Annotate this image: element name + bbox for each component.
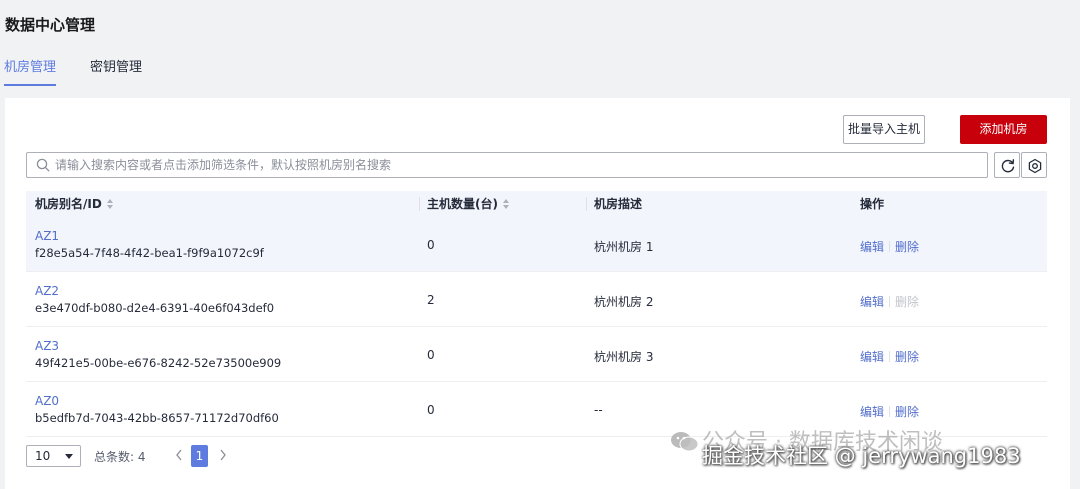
room-description: 杭州机房 3	[594, 350, 654, 364]
room-name-link[interactable]: AZ2	[35, 284, 274, 299]
action-divider	[889, 241, 891, 252]
room-name-cell: AZ1 f28e5a54-7f48-4f42-bea1-f9f9a1072c9f	[35, 229, 264, 261]
room-name-cell: AZ3 49f421e5-00be-e676-8242-52e73500e909	[35, 339, 281, 371]
row-actions: 编辑 删除	[860, 348, 919, 365]
host-count: 2	[427, 293, 435, 307]
action-divider	[889, 351, 891, 362]
refresh-button[interactable]	[994, 152, 1020, 178]
room-description: 杭州机房 2	[594, 295, 654, 309]
room-id: e3e470df-b080-d2e4-6391-40e6f043def0	[35, 301, 275, 315]
row-actions: 编辑 删除	[860, 293, 919, 310]
edit-link[interactable]: 编辑	[860, 350, 884, 364]
search-box[interactable]	[26, 152, 988, 178]
action-divider	[889, 296, 891, 307]
delete-link[interactable]: 删除	[895, 350, 919, 364]
tab-key-management[interactable]: 密钥管理	[90, 58, 142, 86]
gear-icon	[1028, 158, 1042, 174]
column-header-ops: 操作	[860, 197, 885, 211]
page-size-select[interactable]: 10	[26, 445, 81, 467]
column-header-name[interactable]: 机房别名/ID	[35, 191, 114, 217]
room-name-link[interactable]: AZ3	[35, 339, 281, 354]
column-divider	[419, 197, 420, 211]
room-name-link[interactable]: AZ1	[35, 229, 264, 244]
chevron-down-icon	[65, 454, 73, 459]
row-actions: 编辑 删除	[860, 403, 919, 420]
search-input[interactable]	[55, 153, 975, 177]
pagination: 10 总条数: 4 1	[26, 445, 526, 467]
search-icon	[36, 158, 50, 172]
host-count: 0	[427, 348, 435, 362]
action-divider	[889, 406, 891, 417]
total-count: 总条数: 4	[94, 450, 146, 464]
room-table: 机房别名/ID 主机数量(台) 机房描述 操作 AZ1 f28e5a54-7f4…	[26, 191, 1047, 437]
table-row: AZ1 f28e5a54-7f48-4f42-bea1-f9f9a1072c9f…	[26, 217, 1047, 272]
table-settings-button[interactable]	[1021, 152, 1047, 178]
table-row: AZ2 e3e470df-b080-d2e4-6391-40e6f043def0…	[26, 272, 1047, 327]
page-button-current[interactable]: 1	[191, 445, 208, 467]
room-name-cell: AZ2 e3e470df-b080-d2e4-6391-40e6f043def0	[35, 284, 274, 316]
delete-link[interactable]: 删除	[895, 240, 919, 254]
edit-link[interactable]: 编辑	[860, 240, 884, 254]
add-room-button[interactable]: 添加机房	[960, 115, 1047, 144]
refresh-icon	[1001, 159, 1015, 173]
delete-link[interactable]: 删除	[895, 405, 919, 419]
page-size-value: 10	[35, 449, 51, 463]
room-description: --	[594, 403, 603, 417]
row-actions: 编辑 删除	[860, 238, 919, 255]
room-description: 杭州机房 1	[594, 240, 654, 254]
sort-icon[interactable]	[106, 198, 114, 210]
table-row: AZ0 b5edfb7d-7043-42bb-8657-71172d70df60…	[26, 382, 1047, 437]
room-name-link[interactable]: AZ0	[35, 394, 279, 409]
tab-room-management[interactable]: 机房管理	[4, 58, 57, 86]
edit-link[interactable]: 编辑	[860, 295, 884, 309]
edit-link[interactable]: 编辑	[860, 405, 884, 419]
column-divider	[586, 197, 587, 211]
sort-icon[interactable]	[502, 198, 510, 210]
table-header: 机房别名/ID 主机数量(台) 机房描述 操作	[26, 191, 1047, 217]
chevron-left-icon[interactable]	[174, 448, 184, 462]
column-header-count[interactable]: 主机数量(台)	[427, 191, 510, 217]
batch-import-hosts-button[interactable]: 批量导入主机	[843, 115, 925, 144]
room-id: b5edfb7d-7043-42bb-8657-71172d70df60	[35, 411, 279, 425]
host-count: 0	[427, 403, 435, 417]
column-header-name-label: 机房别名/ID	[35, 197, 102, 211]
room-name-cell: AZ0 b5edfb7d-7043-42bb-8657-71172d70df60	[35, 394, 279, 426]
column-header-desc: 机房描述	[594, 197, 643, 211]
content-card: 批量导入主机 添加机房 机房别名/ID 主机数量(台)	[5, 98, 1070, 489]
chevron-right-icon[interactable]	[218, 448, 228, 462]
room-id: f28e5a54-7f48-4f42-bea1-f9f9a1072c9f	[35, 246, 264, 260]
delete-link-disabled: 删除	[895, 295, 920, 309]
room-id: 49f421e5-00be-e676-8242-52e73500e909	[35, 356, 282, 370]
page-title: 数据中心管理	[5, 16, 96, 34]
column-header-count-label: 主机数量(台)	[427, 197, 498, 211]
table-row: AZ3 49f421e5-00be-e676-8242-52e73500e909…	[26, 327, 1047, 382]
host-count: 0	[427, 238, 435, 252]
